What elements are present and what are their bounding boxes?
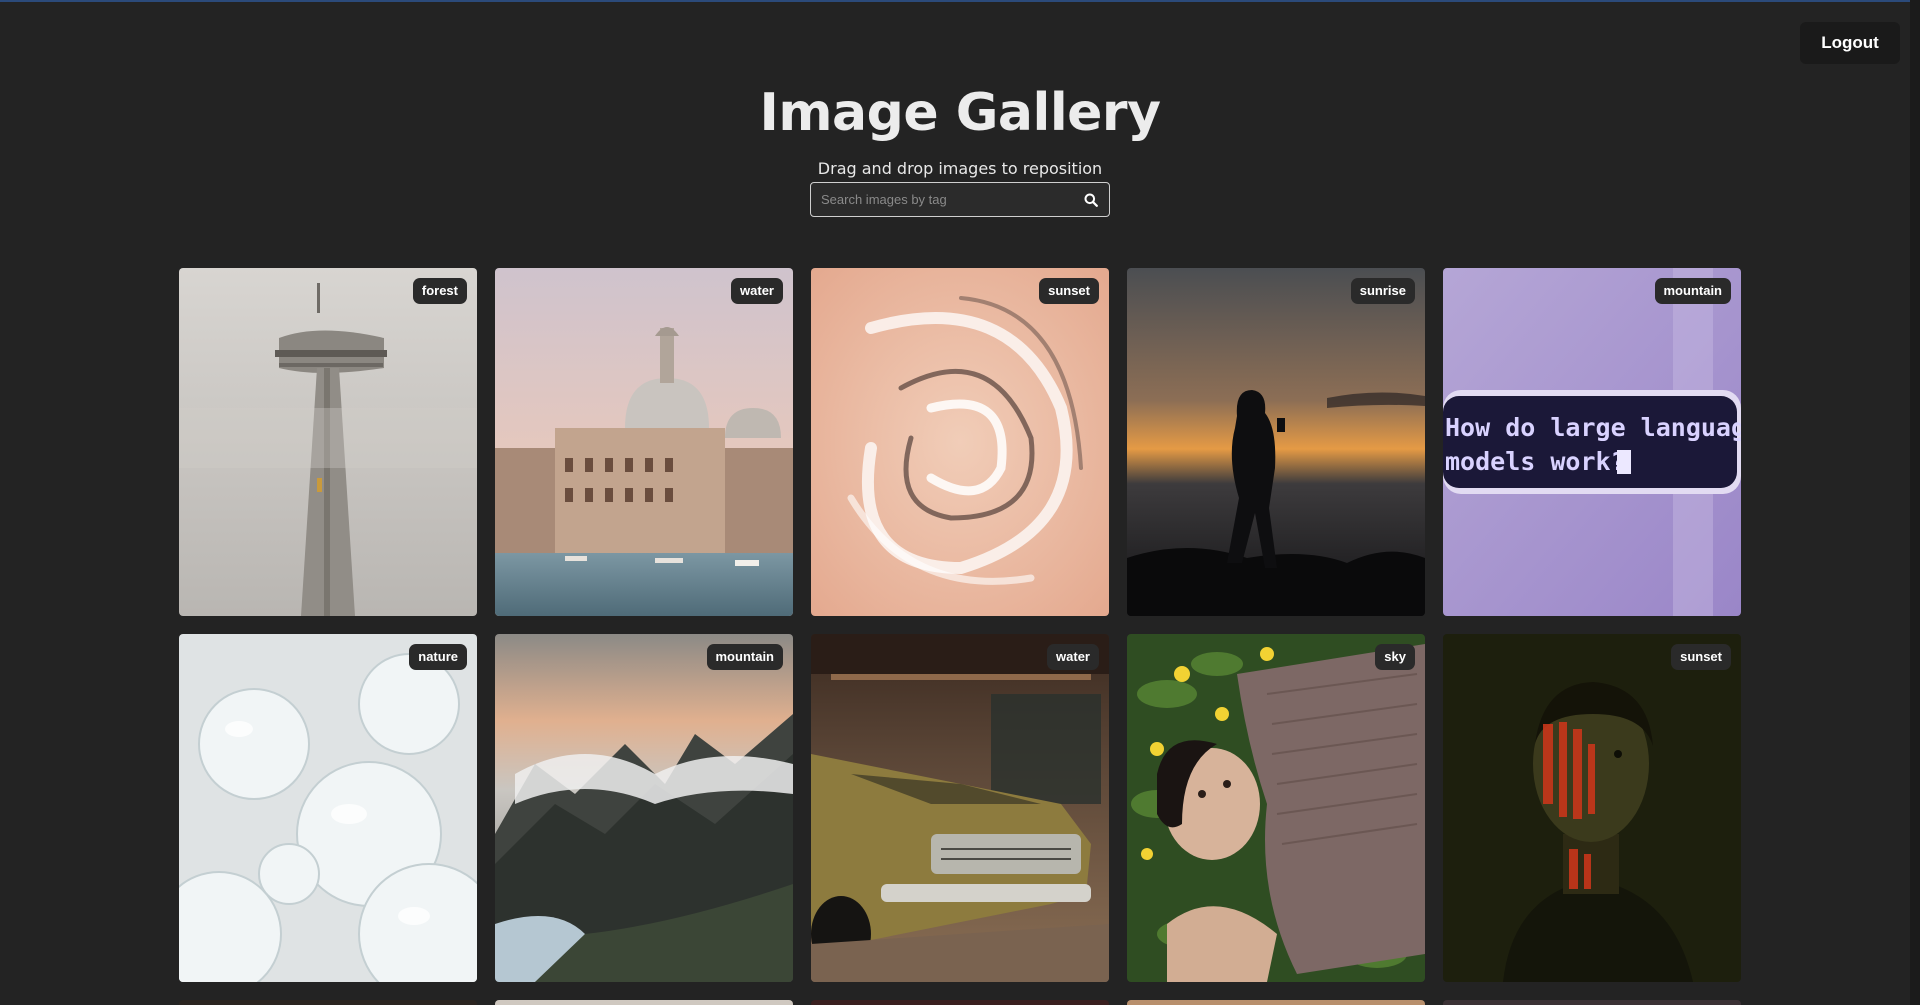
search-bar <box>810 182 1110 217</box>
gallery-card[interactable]: forest <box>179 268 477 616</box>
logout-button[interactable]: Logout <box>1800 22 1900 64</box>
tag-badge: sunset <box>1671 644 1731 670</box>
image-gallery: forest water sunset sunrise How do large… <box>179 268 1741 982</box>
search-input[interactable] <box>811 183 1073 216</box>
tag-badge: nature <box>409 644 467 670</box>
gallery-image <box>495 268 793 616</box>
page-header: Image Gallery Drag and drop images to re… <box>0 80 1920 180</box>
gallery-image <box>179 634 477 982</box>
gallery-card[interactable]: water <box>495 268 793 616</box>
gallery-card[interactable]: sunrise <box>1127 268 1425 616</box>
search-button[interactable] <box>1079 188 1103 212</box>
gallery-image <box>1443 634 1741 982</box>
gallery-next-row-peek <box>179 1000 1741 1005</box>
gallery-image: How do large language models work? <box>1443 268 1741 616</box>
gallery-image <box>179 268 477 616</box>
gallery-image <box>811 268 1109 616</box>
tag-badge: mountain <box>706 644 783 670</box>
gallery-card[interactable]: sunset <box>1443 634 1741 982</box>
gallery-image <box>811 634 1109 982</box>
gallery-card[interactable]: How do large language models work? mount… <box>1443 268 1741 616</box>
gallery-card[interactable]: mountain <box>495 634 793 982</box>
tag-badge: mountain <box>1654 278 1731 304</box>
tag-badge: sunrise <box>1350 278 1415 304</box>
tag-badge: sky <box>1375 644 1415 670</box>
screen-text-line2: models work? <box>1445 447 1626 476</box>
gallery-card[interactable]: sunset <box>811 268 1109 616</box>
gallery-card[interactable]: nature <box>179 634 477 982</box>
page-subtitle: Drag and drop images to reposition <box>817 159 1103 178</box>
gallery-card[interactable]: water <box>811 634 1109 982</box>
screen-text-line1: How do large language <box>1445 413 1741 442</box>
tag-badge: water <box>731 278 783 304</box>
gallery-image <box>1127 268 1425 616</box>
gallery-image <box>495 634 793 982</box>
tag-badge: forest <box>412 278 467 304</box>
gallery-image <box>1127 634 1425 982</box>
tag-badge: water <box>1047 644 1099 670</box>
search-icon <box>1084 193 1098 207</box>
page-title: Image Gallery <box>759 83 1161 143</box>
top-accent-line <box>0 0 1920 2</box>
tag-badge: sunset <box>1039 278 1099 304</box>
gallery-card[interactable]: sky <box>1127 634 1425 982</box>
